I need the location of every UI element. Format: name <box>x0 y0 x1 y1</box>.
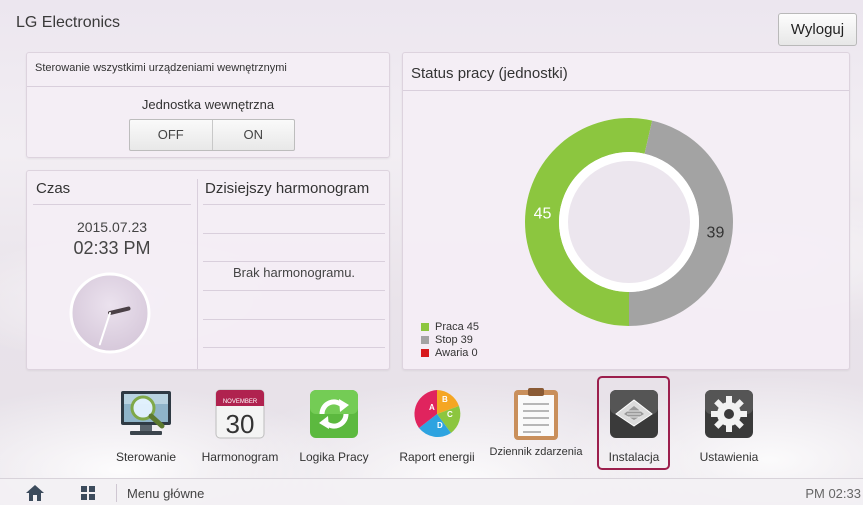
status-title: Status pracy (jednostki) <box>411 65 568 82</box>
calendar-icon: NOVEMBER 30 <box>215 389 265 439</box>
donut-value-label: 45 <box>534 205 552 222</box>
pie-letter-a: A <box>429 403 435 412</box>
legend-label: Awaria 0 <box>435 346 478 359</box>
donut-hole <box>568 161 690 283</box>
divider <box>203 261 385 262</box>
divider <box>403 90 849 91</box>
divider <box>116 484 117 502</box>
menu-item-harmonogram[interactable]: NOVEMBER 30 Harmonogram <box>200 382 280 472</box>
time-schedule-panel: Czas 2015.07.23 02:33 PM Dzisiejszy harm… <box>26 170 390 370</box>
indoor-unit-label: Jednostka wewnętrzna <box>141 97 275 112</box>
analog-clock-icon <box>69 272 151 354</box>
home-icon[interactable] <box>26 485 44 501</box>
divider <box>197 179 198 369</box>
divider <box>203 204 385 205</box>
menu-item-dziennik-zdarzenia[interactable]: Dziennik zdarzenia <box>490 382 582 472</box>
bottom-bar: Menu główne PM 02:33 <box>0 478 863 505</box>
pie-letter-d: D <box>437 421 443 430</box>
menu-item-raport-energii[interactable]: A B C D Raport energii <box>397 382 477 472</box>
refresh-cycle-icon <box>310 390 358 438</box>
divider <box>203 233 385 234</box>
divider <box>203 347 385 348</box>
menu-item-label: Ustawienia <box>699 450 759 464</box>
divider <box>27 86 389 87</box>
top-bar: LG Electronics Wyloguj <box>0 0 863 46</box>
menu-item-label: Harmonogram <box>201 450 279 464</box>
grid-menu-icon[interactable] <box>81 486 95 500</box>
divider <box>33 204 191 205</box>
chart-legend: Praca 45 Stop 39 Awaria 0 <box>421 320 479 359</box>
app-title: LG Electronics <box>16 14 121 31</box>
schedule-title: Dzisiejszy harmonogram <box>205 180 370 197</box>
calendar-day: 30 <box>226 409 255 439</box>
pie-letter-b: B <box>442 395 448 404</box>
legend-label: Praca 45 <box>435 320 480 333</box>
donut-value-label: 39 <box>707 225 725 242</box>
main-menu-label: Menu główne <box>127 486 205 501</box>
schedule-empty-text: Brak harmonogramu. <box>232 265 356 280</box>
divider <box>203 290 385 291</box>
pie-letter-c: C <box>447 410 453 419</box>
menu-item-label: Logika Pracy <box>299 450 369 464</box>
clipboard-log-icon <box>514 388 558 440</box>
main-menu-dock: Sterowanie NOVEMBER 30 Harmonogram Logik… <box>0 378 863 472</box>
menu-item-instalacja[interactable]: Instalacja <box>594 382 674 472</box>
legend-item: Stop 39 <box>421 333 479 346</box>
status-panel: Status pracy (jednostki) 45 39 Praca 45 St… <box>402 52 850 370</box>
status-donut-chart: 45 39 <box>525 118 733 327</box>
legend-swatch <box>421 348 429 357</box>
time-title: Czas <box>36 180 71 197</box>
legend-label: Stop 39 <box>435 333 473 346</box>
menu-item-label: Sterowanie <box>115 450 177 464</box>
menu-item-logika-pracy[interactable]: Logika Pracy <box>294 382 374 472</box>
menu-item-sterowanie[interactable]: Sterowanie <box>106 382 186 472</box>
pie-report-icon: A B C D <box>414 390 461 437</box>
menu-item-ustawienia[interactable]: Ustawienia <box>689 382 769 472</box>
logout-button[interactable]: Wyloguj <box>778 13 857 46</box>
on-button[interactable]: ON <box>211 120 295 150</box>
menu-item-label: Raport energii <box>399 450 475 464</box>
current-time: 02:33 PM <box>73 238 151 258</box>
gear-icon <box>705 390 753 438</box>
calendar-month: NOVEMBER <box>223 399 258 405</box>
control-all-panel: Sterowanie wszystkimi urządzeniami wewnę… <box>26 52 390 158</box>
legend-item: Praca 45 <box>421 320 479 333</box>
legend-swatch <box>421 335 429 344</box>
legend-item: Awaria 0 <box>421 346 479 359</box>
control-all-title: Sterowanie wszystkimi urządzeniami wewnę… <box>35 62 287 74</box>
ceiling-cassette-icon <box>610 390 658 438</box>
menu-item-label: Dziennik zdarzenia <box>489 446 583 458</box>
divider <box>203 319 385 320</box>
current-date: 2015.07.23 <box>76 219 148 235</box>
legend-swatch <box>421 322 429 331</box>
off-button[interactable]: OFF <box>130 120 212 150</box>
menu-item-label: Instalacja <box>608 450 660 464</box>
power-toggle: OFF ON <box>129 119 295 151</box>
status-clock: PM 02:33 <box>805 486 861 501</box>
monitor-magnifier-icon <box>121 391 171 435</box>
